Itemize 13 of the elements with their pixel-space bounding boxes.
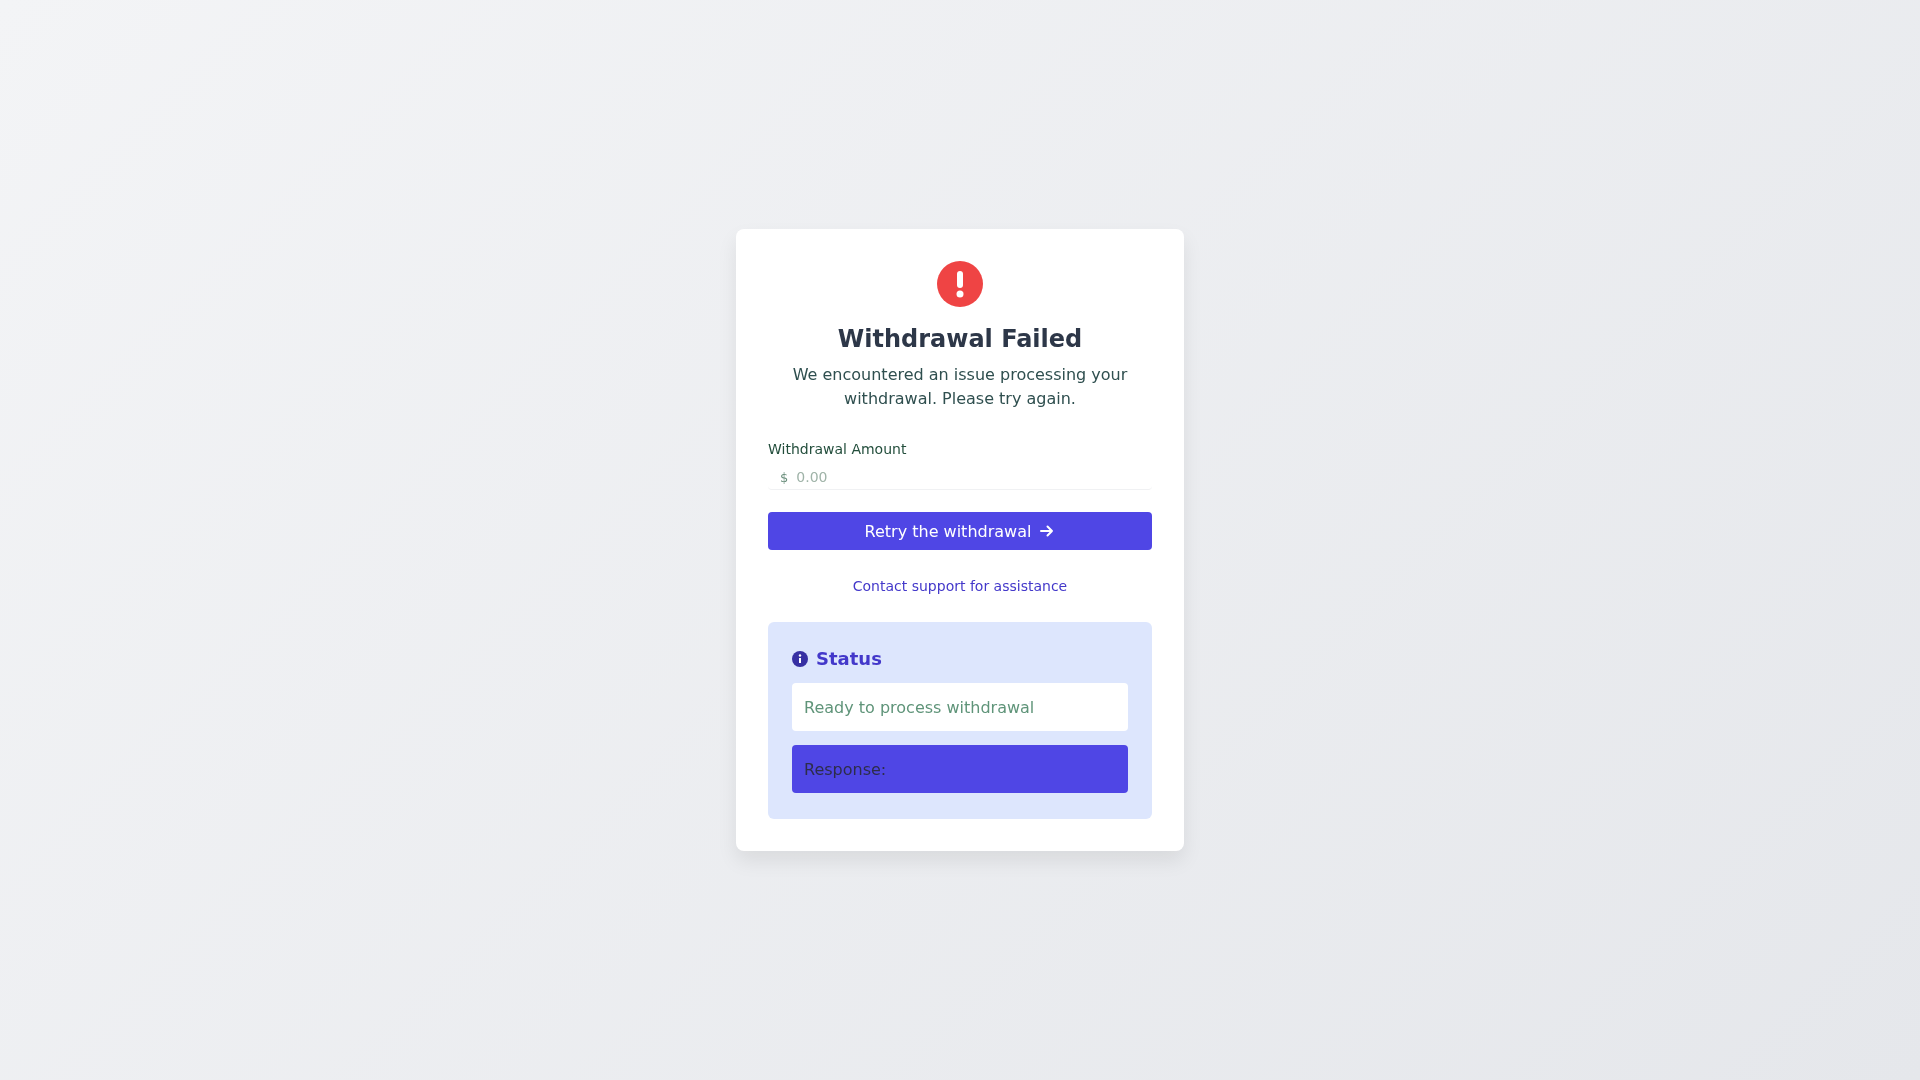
error-message: We encountered an issue processing your withdrawal. Please try again. [791,364,1129,410]
retry-button[interactable]: Retry the withdrawal [768,512,1152,550]
response-output: Response: [792,745,1128,793]
support-link[interactable]: Contact support for assistance [852,578,1068,594]
currency-symbol: $ [780,469,789,485]
amount-label: Withdrawal Amount [768,440,907,459]
exclamation-icon [937,261,983,307]
arrow-right-icon [1039,523,1056,539]
info-icon [792,650,808,667]
status-message: Ready to process withdrawal [792,683,1128,731]
amount-field[interactable]: 0.00 [796,467,1140,487]
status-title: Status [816,648,882,669]
dialog-title: Withdrawal Failed [836,324,1084,355]
